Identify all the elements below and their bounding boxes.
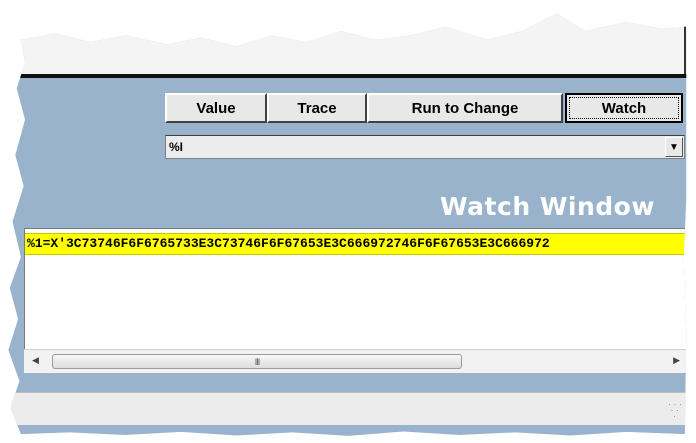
- status-bar: · · · · · ·: [8, 392, 687, 425]
- resize-grip-icon[interactable]: · · · · · ·: [668, 400, 682, 421]
- watch-row-text: %1=X'3C73746F6F6765733E3C73746F6F67653E3…: [27, 236, 550, 251]
- chevron-down-icon[interactable]: ▼: [665, 137, 683, 157]
- watch-window-title: Watch Window: [440, 192, 655, 221]
- variable-select[interactable]: %I ▼: [165, 135, 685, 159]
- source-pane: [8, 13, 687, 78]
- list-item[interactable]: %1=X'3C73746F6F6765733E3C73746F6F67653E3…: [25, 233, 687, 255]
- arrow-left-icon[interactable]: ◀: [32, 355, 39, 366]
- horizontal-scrollbar[interactable]: ◀ III ▶: [24, 349, 687, 373]
- scrollbar-thumb[interactable]: III: [52, 354, 462, 369]
- run-to-change-button[interactable]: Run to Change: [367, 93, 563, 123]
- toolbar: Value Trace Run to Change Watch: [165, 93, 683, 123]
- watch-button[interactable]: Watch: [565, 93, 683, 123]
- pane-border: [684, 13, 686, 74]
- arrow-right-icon[interactable]: ▶: [673, 355, 680, 366]
- value-button[interactable]: Value: [165, 93, 267, 123]
- variable-select-value: %I: [169, 140, 184, 154]
- scrollbar-grip: III: [254, 357, 260, 367]
- trace-button[interactable]: Trace: [267, 93, 367, 123]
- debugger-window: Value Trace Run to Change Watch %I ▼ Wat…: [8, 13, 687, 436]
